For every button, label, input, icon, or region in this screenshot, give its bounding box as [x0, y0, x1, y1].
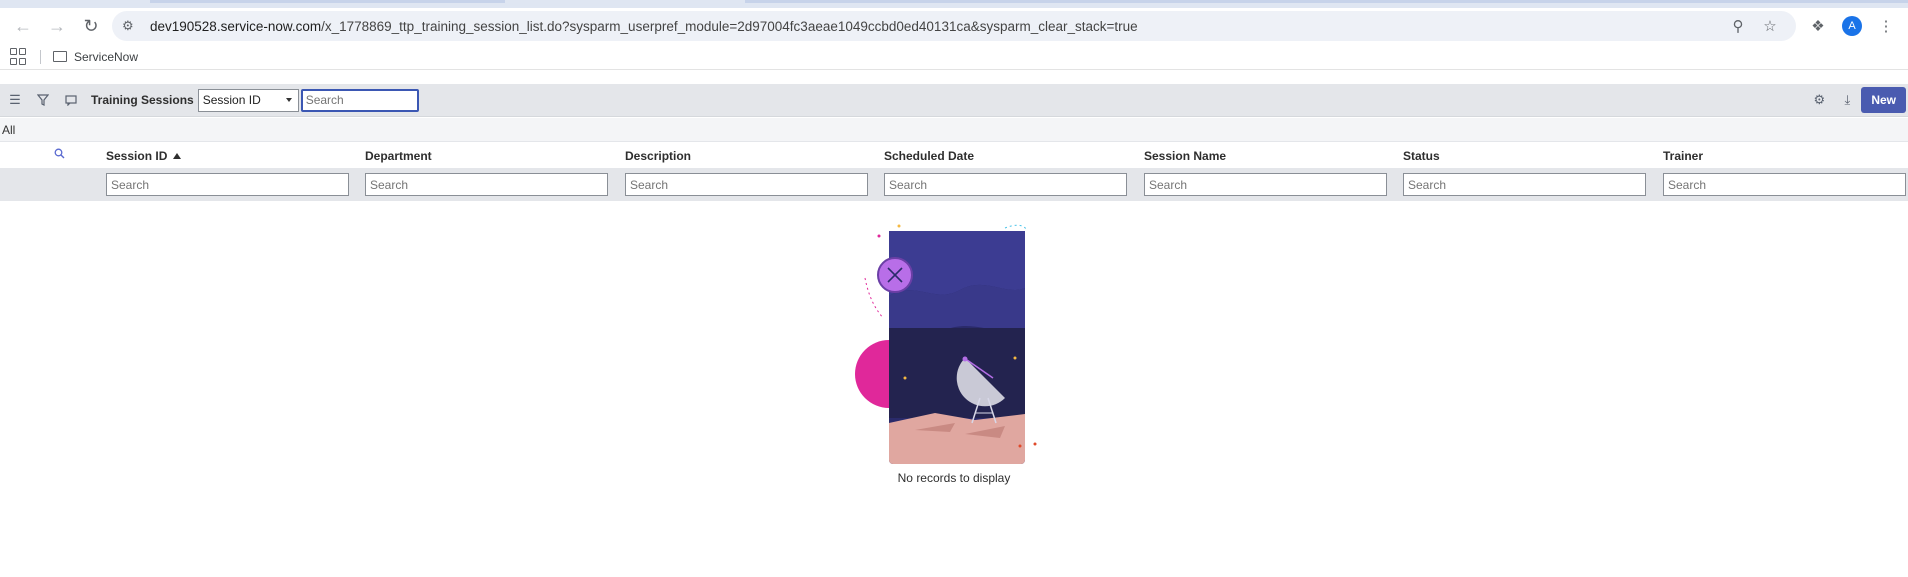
filter-status[interactable] — [1403, 173, 1646, 196]
search-field-select[interactable]: Session ID — [197, 88, 299, 112]
forward-icon[interactable]: → — [40, 11, 74, 41]
column-label: Scheduled Date — [884, 149, 975, 163]
list-search-input[interactable] — [300, 88, 419, 112]
breadcrumb-all[interactable]: All — [2, 123, 15, 137]
filter-trainer[interactable] — [1663, 173, 1906, 196]
breadcrumb: All — [0, 118, 1908, 142]
filter-scheduled-date[interactable] — [884, 173, 1127, 196]
chevron-down-icon — [285, 97, 292, 102]
column-header-scheduled-date[interactable]: Scheduled Date — [884, 149, 974, 163]
site-info-icon[interactable]: ⚙ — [122, 18, 144, 34]
filter-session-id[interactable] — [106, 173, 349, 196]
url-text[interactable]: dev190528.service-now.com/x_1778869_ttp_… — [144, 19, 1722, 34]
column-label: Session ID — [106, 149, 168, 163]
column-header-trainer[interactable]: Trainer — [1663, 149, 1703, 163]
column-label: Department — [365, 149, 432, 163]
zoom-icon[interactable]: ⚲ — [1722, 12, 1754, 40]
bookmark-separator — [40, 49, 41, 64]
column-filter-row — [0, 168, 1908, 201]
list-header: ☰ Training Sessions Session ID ⚙ ⤓ New — [0, 84, 1908, 117]
new-button[interactable]: New — [1861, 87, 1906, 113]
url-path: /x_1778869_ttp_training_session_list.do?… — [321, 18, 1138, 34]
empty-state-illustration — [855, 218, 1055, 488]
column-header-session-id[interactable]: Session ID — [106, 149, 182, 163]
tab-indicator — [150, 0, 505, 3]
column-header-session-name[interactable]: Session Name — [1144, 149, 1226, 163]
apps-icon[interactable] — [10, 47, 28, 66]
column-header-row: Session ID Department Description Schedu… — [0, 143, 1908, 167]
sort-ascending-icon — [173, 153, 182, 159]
star-icon[interactable]: ☆ — [1754, 12, 1786, 40]
filter-department[interactable] — [365, 173, 608, 196]
column-header-department[interactable]: Department — [365, 149, 432, 163]
column-header-description[interactable]: Description — [625, 149, 691, 163]
search-icon[interactable] — [54, 148, 65, 162]
column-label: Description — [625, 149, 692, 163]
bookmark-servicenow[interactable]: ServiceNow — [74, 50, 138, 64]
extensions-icon[interactable]: ❖ — [1802, 12, 1834, 40]
list-title: Training Sessions — [91, 93, 194, 107]
browser-tab-strip — [0, 0, 1908, 8]
tab-indicator — [745, 0, 1908, 3]
filter-session-name[interactable] — [1144, 173, 1387, 196]
address-bar-row: ← → ↻ ⚙ dev190528.service-now.com/x_1778… — [0, 8, 1908, 44]
back-icon[interactable]: ← — [6, 11, 40, 41]
hamburger-icon[interactable]: ☰ — [1, 87, 29, 113]
empty-message: No records to display — [897, 471, 1011, 485]
filter-icon[interactable] — [29, 87, 57, 113]
omnibox[interactable]: ⚙ dev190528.service-now.com/x_1778869_tt… — [112, 11, 1796, 41]
url-host: dev190528.service-now.com — [150, 18, 322, 34]
avatar[interactable]: A — [1842, 16, 1862, 36]
gear-icon[interactable]: ⚙ — [1805, 87, 1833, 113]
reload-icon[interactable]: ↻ — [74, 11, 108, 41]
filter-description[interactable] — [625, 173, 868, 196]
column-label: Trainer — [1663, 149, 1704, 163]
search-field-value: Session ID — [202, 93, 261, 107]
column-label: Session Name — [1144, 149, 1227, 163]
folder-icon — [53, 51, 67, 62]
download-icon[interactable]: ⤓ — [1833, 87, 1861, 113]
column-label: Status — [1403, 149, 1440, 163]
message-icon[interactable] — [57, 87, 85, 113]
menu-icon[interactable]: ⋮ — [1870, 12, 1902, 40]
column-header-status[interactable]: Status — [1403, 149, 1440, 163]
bookmarks-bar: ServiceNow — [0, 44, 1908, 70]
